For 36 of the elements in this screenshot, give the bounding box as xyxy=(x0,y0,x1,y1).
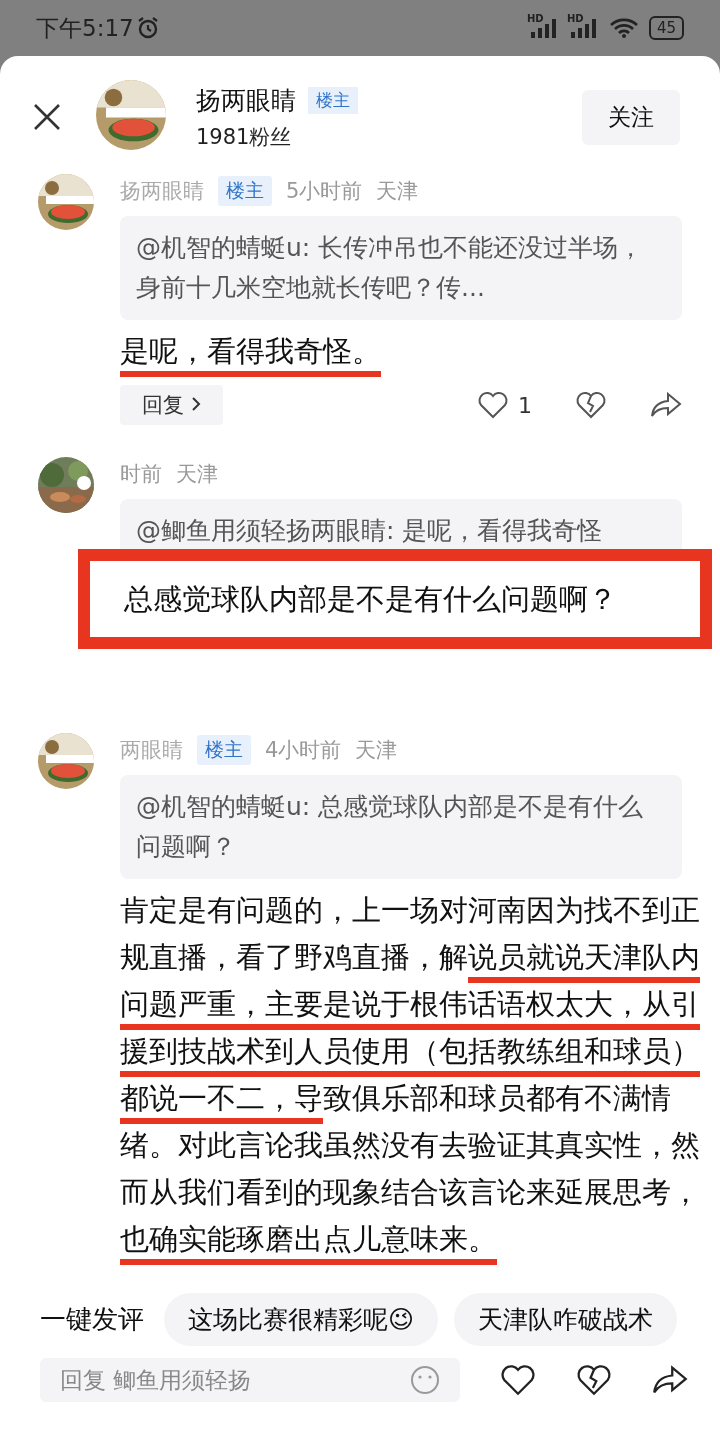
quick-comment-label: 一键发评 xyxy=(40,1303,144,1336)
post-time: 时前 xyxy=(120,461,162,488)
quoted-reply: @机智的蜻蜓u: 总感觉球队内部是不是有什么问题啊？ xyxy=(120,775,682,879)
quick-comment-chip[interactable]: 天津队咋破战术 xyxy=(454,1293,678,1346)
chevron-icon xyxy=(190,396,201,412)
network-label: HD xyxy=(566,13,584,24)
post-time: 5小时前 xyxy=(286,178,363,205)
heart-icon[interactable] xyxy=(500,1364,536,1396)
post-time: 4小时前 xyxy=(265,737,342,764)
quick-comment-chip[interactable]: 这场比赛很精彩呢😉 xyxy=(164,1293,439,1346)
follow-button[interactable]: 关注 xyxy=(582,89,680,145)
location-text: 天津 xyxy=(176,461,218,488)
emoji-icon[interactable] xyxy=(410,1365,440,1395)
author-badge: 楼主 xyxy=(308,86,358,114)
quoted-reply: @机智的蜻蜓u: 长传冲吊也不能还没过半场，身前十几米空地就长传吧？传... xyxy=(120,216,682,320)
battery-level: 45 xyxy=(648,16,684,40)
share-icon[interactable] xyxy=(650,391,682,419)
like-count: 1 xyxy=(518,392,532,418)
wifi-icon xyxy=(608,17,639,39)
follower-count: 1981粉丝 xyxy=(196,123,293,151)
broken-heart-icon[interactable] xyxy=(576,1364,612,1396)
user-name[interactable]: 扬两眼睛 xyxy=(196,83,296,117)
status-time: 下午5:17 xyxy=(36,13,134,43)
comment-text: 是呢，看得我奇怪。 xyxy=(120,328,708,375)
comment-text: 肯定是有问题的，上一场对河南因为找不到正规直播，看了野鸡直播，解说员就说天津队内问题严重，主要是说于根伟话语权太大，从引援到技战术到人员使用（包括教练组和球员）都说一不二，导致俱乐部和球员都有不满情绪。对此言论我虽然没有去验证其真实性，然而从我们看到的现象结合该言论来延展思考， 也确实能琢磨出点儿意味来。 xyxy=(120,887,708,1263)
share-icon[interactable] xyxy=(652,1364,688,1396)
comment-text: 总感觉球队内部是不是有什么问题啊？ xyxy=(78,549,712,649)
heart-icon[interactable] xyxy=(478,391,508,419)
location-text: 天津 xyxy=(376,178,419,205)
reply-button[interactable]: 回复 xyxy=(120,385,223,425)
author-badge: 楼主 xyxy=(218,176,272,206)
broken-heart-icon[interactable] xyxy=(576,391,606,419)
location-text: 天津 xyxy=(355,737,398,764)
network-label: HD xyxy=(526,13,544,24)
close-icon[interactable] xyxy=(32,102,62,132)
author-badge: 楼主 xyxy=(197,735,251,765)
